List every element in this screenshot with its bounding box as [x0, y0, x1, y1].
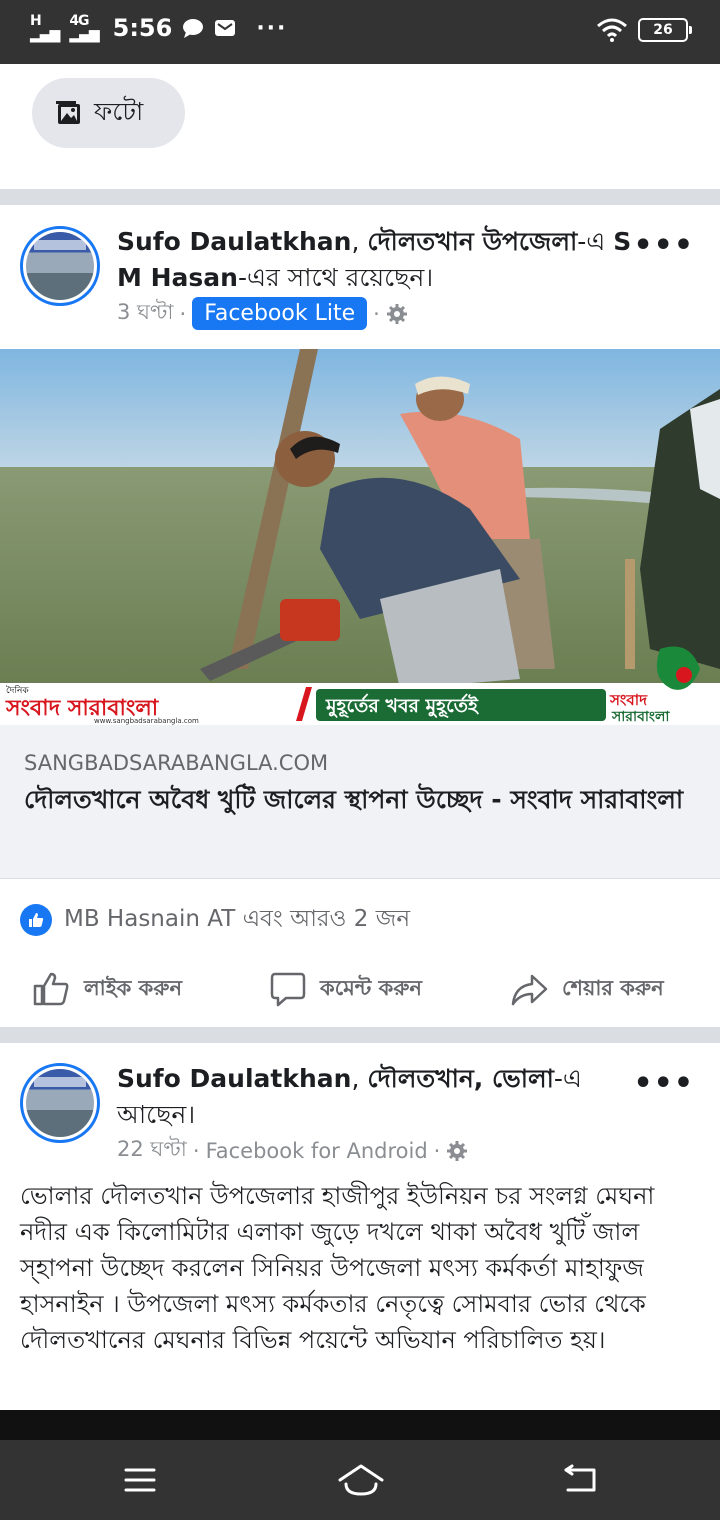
back-icon[interactable] — [560, 1460, 600, 1500]
gear-icon — [447, 1140, 468, 1161]
post-photo: দৈনিক সংবাদ সারাবাংলা www.sangbadsaraban… — [0, 349, 720, 725]
post-time[interactable]: 22 ঘণ্টা — [117, 1133, 187, 1168]
like-label: লাইক করুন — [84, 975, 183, 1000]
location-link[interactable]: দৌলতখান উপজেলা — [367, 227, 577, 256]
avatar[interactable] — [20, 226, 100, 306]
post-body-text: ভোলার দৌলতখান উপজেলার হাজীপুর ইউনিয়ন চর… — [20, 1182, 655, 1354]
navigation-bar — [0, 1440, 720, 1520]
menu-icon[interactable] — [120, 1460, 160, 1500]
share-label: শেয়ার করুন — [562, 975, 664, 1000]
wifi-icon — [597, 18, 627, 42]
reactions-summary[interactable]: MB Hasnain AT এবং আরও 2 জন — [20, 900, 410, 939]
link-title: দৌলতখানে অবৈধ খুটি জালের স্থাপনা উচ্ছেদ … — [24, 785, 684, 814]
banner-logo-text-2: সারাবাংলা — [611, 709, 670, 725]
feed-divider — [0, 1027, 720, 1043]
avatar[interactable] — [20, 1063, 100, 1143]
status-time: 5:56 — [112, 14, 173, 42]
share-icon — [511, 974, 548, 1006]
photo-label: ফটো — [94, 96, 144, 126]
feed-divider — [0, 189, 720, 205]
comment-button[interactable]: কমেন্ট করুন — [270, 970, 422, 1008]
post-image[interactable]: দৈনিক সংবাদ সারাবাংলা www.sangbadsaraban… — [0, 349, 720, 725]
photo-icon — [56, 101, 80, 124]
home-icon[interactable] — [336, 1460, 386, 1500]
status-bar: H ▂▄▆ 4G ▂▄▆ 5:56 ··· 26 — [0, 0, 720, 64]
link-preview[interactable]: SANGBADSARABANGLA.COM দৌলতখানে অবৈধ খুটি… — [0, 725, 720, 879]
like-icon — [33, 972, 69, 1006]
banner-logo-text-1: সংবাদ — [609, 691, 648, 709]
banner-website: www.sangbadsarabangla.com — [94, 717, 199, 725]
comment-icon — [270, 972, 306, 1007]
post-header-title: Sufo Daulatkhan, দৌলতখান, ভোলা-এ আছেন। — [117, 1064, 582, 1129]
post-meta: 3 ঘণ্টা · Facebook Lite · — [117, 296, 408, 331]
post-header-title: Sufo Daulatkhan, দৌলতখান উপজেলা-এ S M Ha… — [117, 227, 632, 292]
comment-label: কমেন্ট করুন — [320, 975, 422, 1000]
mail-icon — [215, 20, 236, 36]
like-reaction-icon — [20, 903, 52, 936]
battery-icon: 26 — [638, 18, 692, 42]
location-link[interactable]: দৌলতখান, ভোলা — [367, 1064, 554, 1093]
share-button[interactable]: শেয়ার করুন — [510, 970, 664, 1008]
reactions-text: MB Hasnain AT এবং আরও 2 জন — [64, 906, 411, 932]
post-options-button[interactable]: ••• — [633, 228, 694, 263]
post-meta: 22 ঘণ্টা · Facebook for Android · — [117, 1133, 468, 1168]
post-source: Facebook for Android — [205, 1138, 428, 1163]
like-button[interactable]: লাইক করুন — [32, 970, 182, 1008]
more-notifications: ··· — [256, 15, 288, 41]
post-media-preview[interactable] — [0, 1410, 720, 1440]
battery-level: 26 — [653, 22, 673, 38]
author-link[interactable]: Sufo Daulatkhan — [117, 1064, 351, 1093]
chat-bubble-icon — [183, 19, 204, 38]
banner-tagline: মুহূর্তের খবর মুহূর্তেই — [325, 693, 480, 718]
photo-button[interactable]: ফটো — [32, 78, 185, 148]
signal-icon: H ▂▄▆ — [30, 13, 60, 43]
author-link[interactable]: Sufo Daulatkhan — [117, 227, 351, 256]
link-domain: SANGBADSARABANGLA.COM — [24, 751, 329, 775]
post-actions: লাইক করুন কমেন্ট করুন শেয়ার করুন — [0, 960, 720, 1020]
signal-4g-icon: 4G ▂▄▆ — [69, 13, 99, 43]
post-options-button[interactable]: ••• — [633, 1066, 694, 1101]
banner-paper-small: দৈনিক — [6, 685, 29, 696]
post-source: Facebook Lite — [192, 297, 368, 330]
gear-icon — [386, 303, 407, 324]
post-time[interactable]: 3 ঘণ্টা — [117, 296, 174, 331]
